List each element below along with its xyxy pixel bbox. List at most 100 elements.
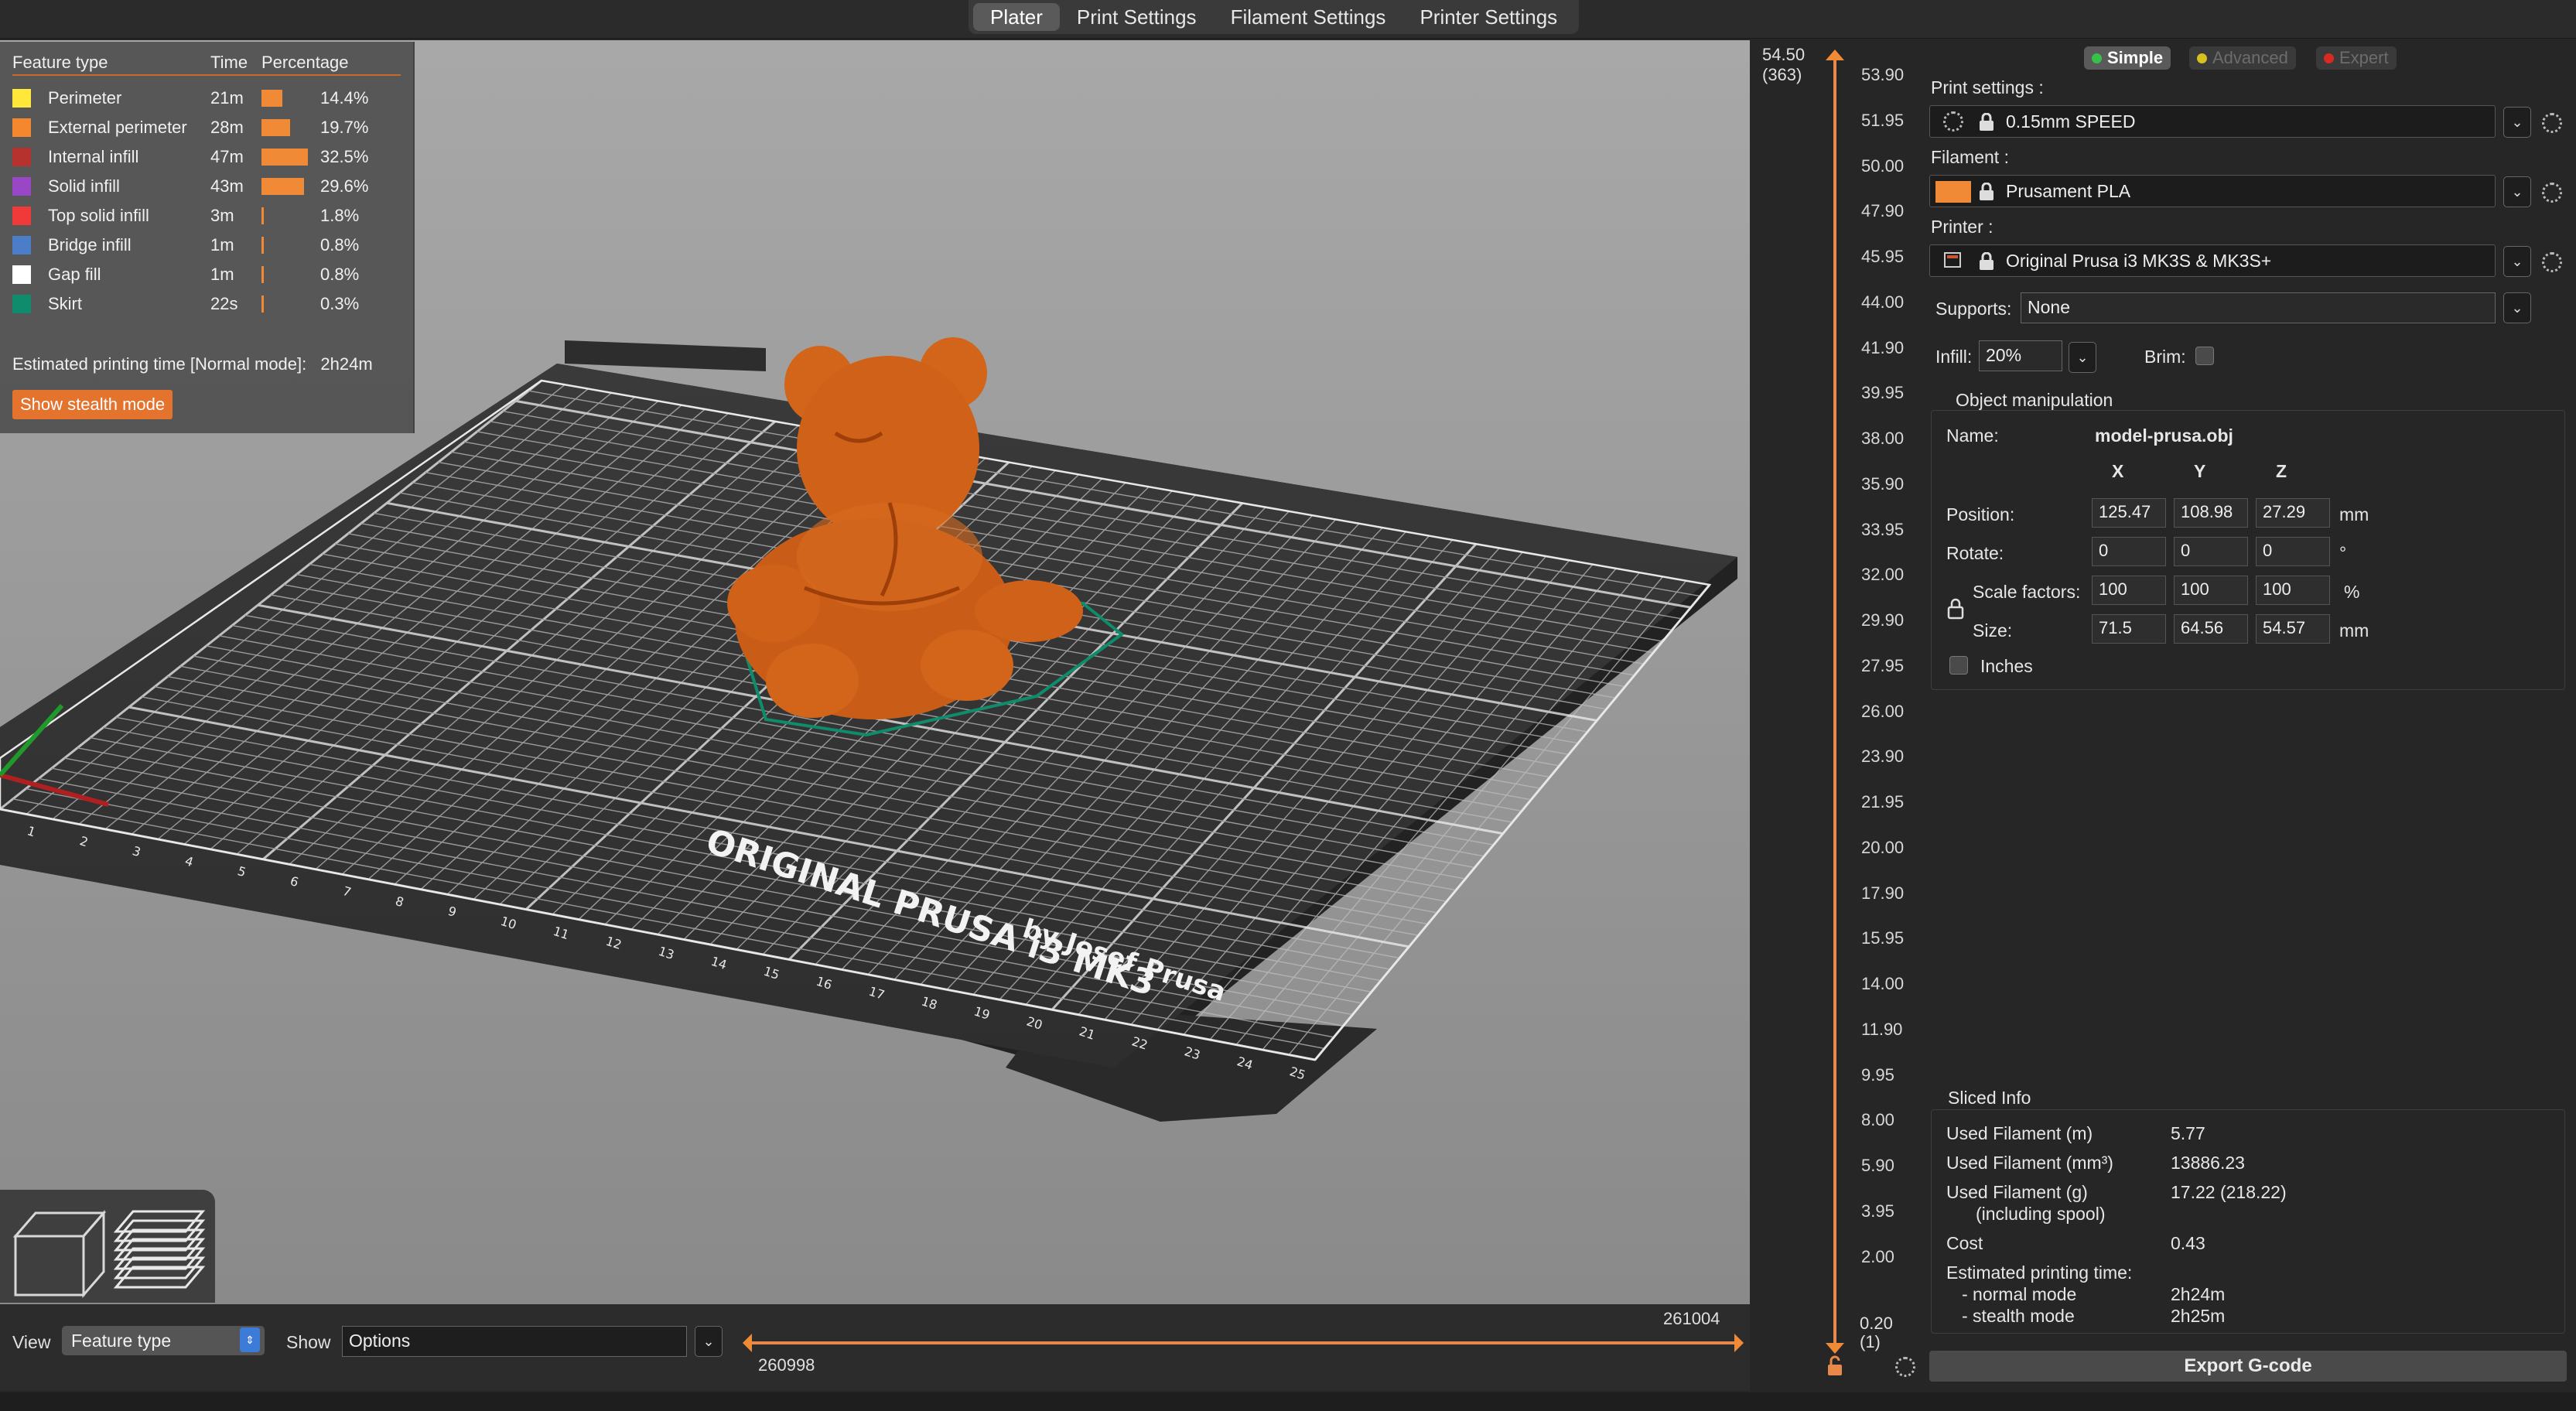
print-settings-edit-gear-icon[interactable] [2542, 113, 2562, 133]
hslider-right-value: 261004 [1663, 1309, 1720, 1328]
scale-lock-icon[interactable] [1946, 597, 1965, 620]
used-filament-mm3-label: Used Filament (mm³) [1946, 1153, 2113, 1173]
right-thumb-icon[interactable] [1734, 1334, 1744, 1352]
position-x-field[interactable]: 125.47 [2092, 498, 2166, 528]
est-time-label: Estimated printing time: [1946, 1262, 2133, 1283]
printer-dropdown[interactable]: ⌄ [2503, 246, 2531, 277]
layer-bottom-index: (1) [1860, 1332, 1881, 1351]
layer-bottom-value: 0.20 [1860, 1314, 1893, 1333]
rotate-y-field[interactable]: 0 [2174, 537, 2248, 566]
chevron-down-icon: ⌄ [2511, 254, 2523, 269]
show-label: Show [286, 1332, 331, 1352]
infill-dropdown[interactable]: ⌄ [2069, 342, 2096, 373]
layer-tick-label: 41.90 [1861, 337, 1905, 357]
tab-strip: Plater Print Settings Filament Settings … [969, 0, 1580, 34]
3d-view-cube-icon[interactable] [12, 1209, 107, 1299]
hslider-left-value: 260998 [758, 1355, 815, 1375]
layer-settings-gear-icon[interactable] [1895, 1357, 1915, 1377]
size-z-field[interactable]: 54.57 [2256, 614, 2330, 644]
yellow-dot-icon [2197, 53, 2207, 63]
printer-label: Printer : [1931, 217, 1993, 237]
layer-tick-label: 39.95 [1861, 383, 1905, 403]
mode-simple-button[interactable]: Simple [2084, 46, 2171, 70]
bed-rear-bracket [565, 340, 766, 371]
size-x-field[interactable]: 71.5 [2092, 614, 2166, 644]
legend-bar-wrap [261, 119, 320, 136]
rotate-z-field[interactable]: 0 [2256, 537, 2330, 566]
infill-select[interactable]: 20% [1979, 340, 2062, 371]
filament-edit-gear-icon[interactable] [2542, 183, 2562, 203]
legend-percentage-bar [261, 296, 264, 313]
view-type-select[interactable]: Feature type ⇕ [62, 1326, 265, 1355]
supports-select[interactable]: None [2021, 292, 2496, 323]
normal-mode-value: 2h24m [2171, 1284, 2226, 1304]
rotate-label: Rotate: [1946, 543, 2004, 563]
print-settings-label: Print settings : [1931, 77, 2044, 97]
stealth-mode-label: - stealth mode [1962, 1306, 2075, 1326]
show-stealth-mode-button[interactable]: Show stealth mode [12, 390, 173, 419]
legend-color-swatch [12, 89, 31, 108]
scale-z-field[interactable]: 100 [2256, 576, 2330, 605]
show-options-field[interactable]: Options [342, 1326, 687, 1357]
lock-icon[interactable] [1826, 1355, 1844, 1377]
mode-expert-button[interactable]: Expert [2316, 46, 2397, 70]
print-settings-lock-icon [1980, 113, 1993, 131]
object-name-value: model-prusa.obj [2095, 425, 2233, 446]
legend-percentage-bar [261, 266, 264, 283]
legend-bar-wrap [261, 90, 320, 107]
mode-advanced-button[interactable]: Advanced [2189, 46, 2296, 70]
filament-dropdown[interactable]: ⌄ [2503, 176, 2531, 207]
status-bar [0, 1392, 2576, 1411]
filament-label: Filament : [1931, 147, 2009, 167]
rotate-x-field[interactable]: 0 [2092, 537, 2166, 566]
legend-bar-wrap [261, 178, 320, 195]
layer-tick-label: 8.00 [1861, 1110, 1894, 1130]
legend-feature-time: 43m [210, 176, 244, 196]
legend-bar-wrap [261, 296, 320, 313]
view-type-value: Feature type [71, 1331, 172, 1351]
filament-color-swatch[interactable] [1935, 181, 1971, 203]
layer-tick-label: 9.95 [1861, 1064, 1894, 1085]
scale-y-field[interactable]: 100 [2174, 576, 2248, 605]
vertical-layer-slider[interactable] [1810, 43, 1857, 1374]
scale-x-field[interactable]: 100 [2092, 576, 2166, 605]
filament-preset[interactable]: Prusament PLA [1929, 175, 2496, 207]
object-manipulation-group [1931, 410, 2565, 690]
printer-preset[interactable]: Original Prusa i3 MK3S & MK3S+ [1929, 244, 2496, 277]
infill-label: Infill: [1935, 347, 1973, 367]
layer-tick-label: 21.95 [1861, 792, 1905, 812]
print-settings-preset[interactable]: 0.15mm SPEED [1929, 105, 2496, 138]
layer-tick-label: 17.90 [1861, 883, 1905, 903]
layers-view-icon[interactable] [113, 1210, 206, 1289]
legend-bar-wrap [261, 207, 320, 224]
horizontal-move-slider[interactable] [735, 1315, 1756, 1377]
printer-edit-gear-icon[interactable] [2542, 252, 2562, 272]
legend-feature-percentage: 0.8% [320, 235, 360, 255]
bottom-thumb-icon[interactable] [1826, 1343, 1844, 1354]
supports-dropdown[interactable]: ⌄ [2503, 292, 2531, 323]
tab-print-settings[interactable]: Print Settings [1060, 0, 1214, 34]
layer-tick-label: 2.00 [1861, 1246, 1894, 1266]
tab-printer-settings[interactable]: Printer Settings [1402, 0, 1574, 34]
tab-filament-settings[interactable]: Filament Settings [1214, 0, 1403, 34]
top-thumb-icon[interactable] [1826, 50, 1844, 60]
legend-row: Perimeter 21m 14.4% [12, 84, 401, 113]
tab-plater[interactable]: Plater [973, 3, 1060, 31]
inches-checkbox[interactable] [1949, 656, 1968, 675]
size-y-field[interactable]: 64.56 [2174, 614, 2248, 644]
left-thumb-icon[interactable] [743, 1334, 752, 1352]
cost-label: Cost [1946, 1233, 1983, 1253]
cost-value: 0.43 [2171, 1233, 2205, 1253]
size-label: Size: [1973, 620, 2013, 641]
brim-checkbox[interactable] [2195, 347, 2214, 365]
legend-percentage-bar [261, 90, 282, 107]
position-label: Position: [1946, 504, 2015, 524]
legend-color-swatch [12, 207, 31, 225]
size-unit: mm [2339, 620, 2369, 641]
position-y-field[interactable]: 108.98 [2174, 498, 2248, 528]
print-settings-dropdown[interactable]: ⌄ [2503, 107, 2531, 138]
layer-tick-label: 27.95 [1861, 655, 1905, 675]
show-options-dropdown[interactable]: ⌄ [695, 1326, 723, 1357]
export-gcode-button[interactable]: Export G-code [1929, 1351, 2567, 1382]
position-z-field[interactable]: 27.29 [2256, 498, 2330, 528]
